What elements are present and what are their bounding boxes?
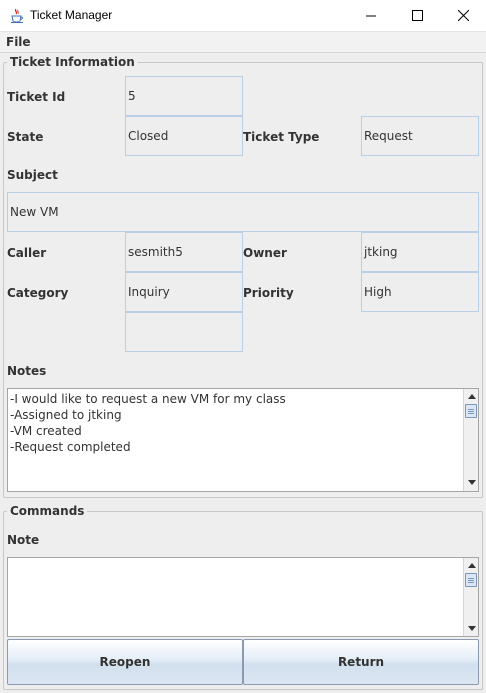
- empty-field: [125, 312, 243, 352]
- notes-label: Notes: [7, 364, 47, 378]
- category-label: Category: [7, 286, 69, 300]
- note-scrollbar[interactable]: [463, 558, 478, 636]
- subject-value: New VM: [10, 205, 59, 219]
- subject-field: New VM: [7, 192, 479, 232]
- java-coffee-cup-icon: [9, 8, 25, 24]
- priority-field: High: [361, 272, 479, 312]
- caller-label: Caller: [7, 246, 47, 260]
- scroll-thumb[interactable]: [465, 573, 477, 587]
- category-value: Inquiry: [128, 285, 170, 299]
- menu-file[interactable]: File: [6, 35, 31, 49]
- owner-value: jtking: [364, 245, 398, 259]
- menu-bar: [0, 32, 486, 53]
- close-button[interactable]: [440, 0, 486, 31]
- ticket-type-label: Ticket Type: [243, 130, 320, 144]
- ticket-id-value: 5: [128, 89, 136, 103]
- scroll-thumb[interactable]: [465, 404, 477, 418]
- commands-legend: Commands: [7, 504, 88, 518]
- ticket-type-field: Request: [361, 116, 479, 156]
- maximize-icon: [411, 10, 423, 21]
- state-label: State: [7, 130, 44, 144]
- scroll-up-icon: [467, 394, 476, 399]
- owner-field: jtking: [361, 232, 479, 272]
- minimize-button[interactable]: [348, 0, 394, 31]
- scroll-down-icon: [467, 626, 476, 631]
- priority-label: Priority: [243, 286, 294, 300]
- return-button[interactable]: Return: [243, 639, 479, 685]
- scroll-up-icon: [467, 563, 476, 568]
- owner-label: Owner: [243, 246, 287, 260]
- category-field: Inquiry: [125, 272, 243, 312]
- minimize-icon: [366, 15, 376, 16]
- scroll-down-icon: [467, 480, 476, 485]
- window-title: Ticket Manager: [30, 8, 113, 22]
- close-icon: [457, 10, 469, 21]
- ticket-id-field: 5: [125, 76, 243, 116]
- notes-scrollbar[interactable]: [463, 389, 478, 491]
- note-input[interactable]: [7, 557, 479, 637]
- scroll-up-button[interactable]: [464, 558, 479, 573]
- scroll-up-button[interactable]: [464, 389, 479, 404]
- ticket-type-value: Request: [364, 129, 413, 143]
- caller-value: sesmith5: [128, 245, 183, 259]
- scroll-down-button[interactable]: [464, 475, 479, 490]
- notes-area[interactable]: -I would like to request a new VM for my…: [7, 388, 479, 492]
- reopen-button[interactable]: Reopen: [7, 639, 243, 685]
- ticket-id-label: Ticket Id: [7, 90, 66, 104]
- scroll-down-button[interactable]: [464, 621, 479, 636]
- ticket-information-legend: Ticket Information: [7, 55, 138, 69]
- notes-text: -I would like to request a new VM for my…: [10, 392, 286, 454]
- caller-field: sesmith5: [125, 232, 243, 272]
- subject-label: Subject: [7, 168, 58, 182]
- priority-value: High: [364, 285, 392, 299]
- note-label: Note: [7, 533, 40, 547]
- state-field: Closed: [125, 116, 243, 156]
- maximize-button[interactable]: [394, 0, 440, 31]
- state-value: Closed: [128, 129, 169, 143]
